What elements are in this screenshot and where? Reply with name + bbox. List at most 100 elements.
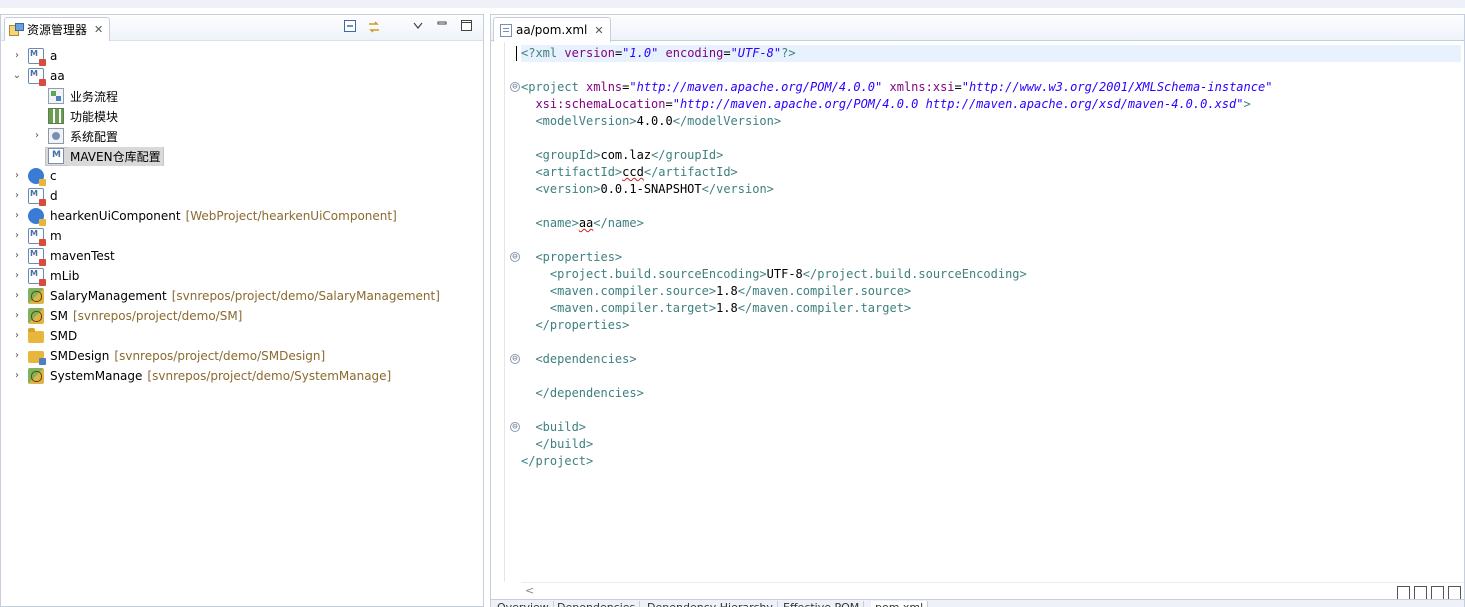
tree-item[interactable]: ⌄ aa xyxy=(1,66,483,86)
maximize-icon[interactable] xyxy=(459,20,473,34)
collapse-arrow-icon[interactable]: ⌄ xyxy=(11,70,23,82)
code-line[interactable]: <name>aa</name> xyxy=(521,215,1461,232)
tree-item[interactable]: 功能模块 xyxy=(1,106,483,126)
code-line[interactable]: </project> xyxy=(521,453,1461,470)
code-line[interactable]: <maven.compiler.target>1.8</maven.compil… xyxy=(521,300,1461,317)
expand-arrow-icon[interactable]: › xyxy=(11,230,23,242)
scroll-left-icon[interactable]: < xyxy=(525,584,534,597)
code-token: </modelVersion> xyxy=(672,114,782,128)
maven-project-icon xyxy=(28,248,46,266)
tree-item[interactable]: › SM [svnrepos/project/demo/SM] xyxy=(1,306,483,326)
pom-editor-tab[interactable]: Effective POM xyxy=(779,601,865,607)
close-icon[interactable]: ✕ xyxy=(594,24,603,37)
tree-item[interactable]: MAVEN仓库配置 xyxy=(1,146,483,166)
code-line[interactable] xyxy=(521,198,1461,215)
code-line[interactable]: ⊖ <project xmlns = "http://maven.apache.org… xyxy=(510,79,1461,96)
code-token: 1.8 xyxy=(716,301,738,315)
editor-header: aa/pom.xml ✕ xyxy=(491,15,1464,42)
tree-item[interactable]: › SMDesign [svnrepos/project/demo/SMDesign… xyxy=(1,346,483,366)
code-line[interactable]: xsi:schemaLocation="http://maven.apache.… xyxy=(521,96,1461,113)
tree-item-label: MAVEN仓库配置 xyxy=(68,146,163,166)
code-line[interactable]: <version>0.0.1-SNAPSHOT</version> xyxy=(521,181,1461,198)
code-line[interactable]: </dependencies> xyxy=(521,385,1461,402)
expand-arrow-icon[interactable]: › xyxy=(11,270,23,282)
fold-toggle-icon[interactable]: ⊖ xyxy=(510,422,520,432)
expand-arrow-icon[interactable]: › xyxy=(11,310,23,322)
code-line[interactable]: <project.build.sourceEncoding>UTF-8</pro… xyxy=(521,266,1461,283)
minimize-icon[interactable] xyxy=(435,20,449,34)
view-menu-icon[interactable] xyxy=(411,20,425,34)
link-with-editor-icon[interactable] xyxy=(367,20,381,34)
code-line[interactable]: </properties> xyxy=(521,317,1461,334)
code-token: com.laz xyxy=(600,148,652,162)
web-project-icon xyxy=(28,208,46,226)
fold-toggle-icon[interactable]: ⊖ xyxy=(510,82,520,92)
code-line[interactable]: <groupId>com.laz</groupId> xyxy=(521,147,1461,164)
editor-tab-pom[interactable]: aa/pom.xml ✕ xyxy=(493,17,611,42)
expand-arrow-icon[interactable]: › xyxy=(11,290,23,302)
tree-item[interactable]: ›a xyxy=(1,46,483,66)
code-line[interactable]: </build> xyxy=(521,436,1461,453)
xml-source-editor[interactable]: <?xml version="1.0" encoding="UTF-8"?> ⊖ <… xyxy=(510,45,1461,580)
fold-toggle-icon[interactable]: ⊖ xyxy=(510,354,520,364)
svn-decoration: [svnrepos/project/demo/SMDesign] xyxy=(114,349,326,363)
code-line[interactable]: <maven.compiler.source>1.8</maven.compil… xyxy=(521,283,1461,300)
tree-item[interactable]: › 系统配置 xyxy=(1,126,483,146)
pom-editor-tab[interactable]: Dependency Hierarchy xyxy=(643,601,778,607)
code-line[interactable] xyxy=(521,368,1461,385)
package-project-icon xyxy=(28,368,44,384)
code-token: </groupId> xyxy=(651,148,724,162)
tree-item[interactable]: › mLib xyxy=(1,266,483,286)
code-line[interactable]: <?xml version="1.0" encoding="UTF-8"?> xyxy=(516,45,1461,62)
code-line[interactable]: ⊖ <build> xyxy=(510,419,1461,436)
tree-item[interactable]: › SystemManage [svnrepos/project/demo/Syst… xyxy=(1,366,483,386)
expand-arrow-icon[interactable]: › xyxy=(11,250,23,262)
tree-item-label: m xyxy=(50,229,62,243)
code-line[interactable]: <modelVersion>4.0.0</modelVersion> xyxy=(521,113,1461,130)
code-line[interactable]: ⊖ <dependencies> xyxy=(510,351,1461,368)
expand-arrow-icon[interactable]: › xyxy=(11,190,23,202)
code-line[interactable]: <artifactId>ccd</artifactId> xyxy=(521,164,1461,181)
tree-item[interactable]: › m xyxy=(1,226,483,246)
fold-toggle-icon[interactable]: ⊖ xyxy=(510,252,520,262)
code-token: "1.0" xyxy=(622,46,659,60)
code-token: </dependencies> xyxy=(535,386,644,400)
expand-arrow-icon[interactable]: › xyxy=(11,370,23,382)
expand-arrow-icon[interactable]: › xyxy=(11,330,23,342)
expand-arrow-icon[interactable]: › xyxy=(11,210,23,222)
editor-tab-label: aa/pom.xml xyxy=(516,23,588,37)
tree-item-label: SMD xyxy=(50,329,78,343)
tree-item[interactable]: › mavenTest xyxy=(1,246,483,266)
code-token: </project> xyxy=(521,454,594,468)
code-token: <name> xyxy=(535,216,579,230)
code-line[interactable] xyxy=(521,62,1461,79)
tree-item[interactable]: 业务流程 xyxy=(1,86,483,106)
collapse-all-icon[interactable] xyxy=(343,20,357,34)
pom-editor-tab[interactable]: Overview xyxy=(493,601,554,607)
tree-item[interactable]: › hearkenUiComponent [WebProject/hearkenUi… xyxy=(1,206,483,226)
code-line[interactable] xyxy=(521,232,1461,249)
pom-editor-tab[interactable]: pom.xml xyxy=(871,601,929,607)
tree-item[interactable]: › SMD xyxy=(1,326,483,346)
code-line[interactable] xyxy=(521,402,1461,419)
tree-item[interactable]: › c xyxy=(1,166,483,186)
code-line[interactable] xyxy=(521,130,1461,147)
horizontal-scrollbar[interactable]: < xyxy=(521,582,1464,598)
expand-arrow-icon[interactable]: › xyxy=(31,130,43,142)
tree-item[interactable]: ›d xyxy=(1,186,483,206)
expand-arrow-icon[interactable]: › xyxy=(11,50,23,62)
explorer-tab[interactable]: 资源管理器 ✕ xyxy=(4,17,111,41)
code-token: </artifactId> xyxy=(643,165,738,179)
pom-editor-tab[interactable]: Dependencies xyxy=(553,601,641,607)
explorer-tab-label: 资源管理器 xyxy=(27,23,88,37)
expand-arrow-icon[interactable]: › xyxy=(11,350,23,362)
close-icon[interactable]: ✕ xyxy=(94,23,103,36)
expand-arrow-icon[interactable]: › xyxy=(11,170,23,182)
code-line[interactable] xyxy=(521,334,1461,351)
code-line[interactable]: ⊖ <properties> xyxy=(510,249,1461,266)
tree-item[interactable]: › SalaryManagement [svnrepos/project/demo/… xyxy=(1,286,483,306)
